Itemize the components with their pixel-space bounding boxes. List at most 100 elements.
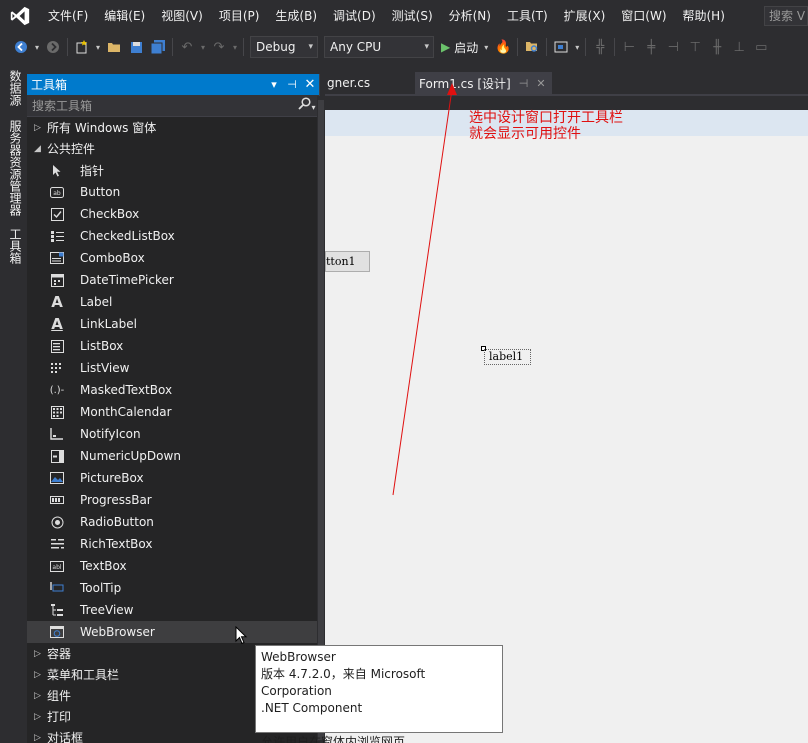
menu-item[interactable]: 生成(B) [267,0,325,32]
align-bottom-icon[interactable]: ⊥ [728,36,750,58]
toolbox-item[interactable]: NotifyIcon [27,423,319,445]
toolbox-search-placeholder: 搜索工具箱 [32,99,93,113]
toolbox-item[interactable]: A LinkLabel [27,313,319,335]
save-all-icon[interactable] [147,36,169,58]
listview-icon [49,360,65,376]
chevron-down-icon: ▾ [484,42,489,52]
menu-item[interactable]: 工具(T) [499,0,556,32]
notifyicon-icon [49,426,65,442]
toolbox-item[interactable]: ComboBox [27,247,319,269]
toolbox-item[interactable]: ToolTip [27,577,319,599]
pointer-icon [49,162,65,178]
close-icon[interactable]: ✕ [536,77,545,90]
redo-icon[interactable]: ↷ [208,36,230,58]
close-icon[interactable]: ✕ [301,77,319,92]
expand-arrow-icon: ▷ [34,648,41,659]
menu-item[interactable]: 视图(V) [153,0,211,32]
toolbox-item[interactable]: (.)- MaskedTextBox [27,379,319,401]
group-label: 菜单和工具栏 [47,668,120,682]
toolbar-separator [172,38,173,56]
platform-select[interactable]: Any CPU ▾ [324,36,434,58]
scrollbar-thumb[interactable] [318,100,324,740]
align-top-icon[interactable]: ⊤ [684,36,706,58]
side-tab-toolbox[interactable]: 工具箱 [4,228,24,264]
dropdown-arrow-icon[interactable]: ▾ [93,36,103,58]
toolbox-item[interactable]: DateTimePicker [27,269,319,291]
group-all-windows-forms[interactable]: ▷ 所有 Windows 窗体 [27,117,319,138]
toolbox-item[interactable]: abl TextBox [27,555,319,577]
form-label1[interactable]: label1 [484,349,531,365]
align-right-icon[interactable]: ⊣ [662,36,684,58]
mouse-cursor-icon [235,626,248,645]
align-grid-icon[interactable]: ╬ [589,36,611,58]
annotation-line-2: 就会显示可用控件 [469,126,581,142]
toolbox-item[interactable]: RichTextBox [27,533,319,555]
tab-label: gner.cs [327,76,371,90]
toolbox-item[interactable]: ListBox [27,335,319,357]
dropdown-arrow-icon[interactable]: ▾ [198,36,208,58]
toolbox-item[interactable]: WebBrowser [27,621,319,643]
toolbox-item[interactable]: NumericUpDown [27,445,319,467]
visual-studio-logo-icon[interactable] [0,0,40,32]
search-icon[interactable]: ▾ [295,97,319,114]
menu-item[interactable]: 扩展(X) [556,0,614,32]
pin-icon[interactable]: ⊣ [519,77,529,90]
toolbox-item[interactable]: PictureBox [27,467,319,489]
menu-item[interactable]: 文件(F) [40,0,96,32]
toolbox-item[interactable]: CheckBox [27,203,319,225]
toolbox-item-label: NumericUpDown [80,449,181,463]
toolbox-item-label: TreeView [80,603,134,617]
find-in-files-icon[interactable] [521,36,543,58]
toolbox-item[interactable]: A Label [27,291,319,313]
align-center-icon[interactable]: ╪ [640,36,662,58]
side-tab-server-explorer[interactable]: 服务器资源管理器 [4,120,24,216]
pin-icon[interactable]: ⊣ [283,78,301,91]
toolbox-item[interactable]: RadioButton [27,511,319,533]
expand-arrow-icon: ▷ [34,690,41,701]
group-label: 容器 [47,647,72,661]
browser-link-icon[interactable] [550,36,572,58]
save-icon[interactable] [125,36,147,58]
same-size-icon[interactable]: ▭ [750,36,772,58]
back-icon[interactable] [10,36,32,58]
toolbox-item-label: CheckedListBox [80,229,175,243]
menu-item[interactable]: 调试(D) [325,0,384,32]
align-middle-icon[interactable]: ╫ [706,36,728,58]
align-left-icon[interactable]: ⊢ [618,36,640,58]
window-position-icon[interactable]: ▾ [265,78,283,91]
tab-designer-cs[interactable]: gner.cs [323,72,374,94]
toolbox-item[interactable]: 指针 [27,159,319,181]
open-folder-icon[interactable] [103,36,125,58]
menu-item[interactable]: 项目(P) [211,0,268,32]
undo-icon[interactable]: ↶ [176,36,198,58]
side-tab-data-sources[interactable]: 数据源 [4,70,24,106]
dropdown-arrow-icon[interactable]: ▾ [32,36,42,58]
solution-config-select[interactable]: Debug ▾ [250,36,318,58]
linklabel-icon: A [51,315,63,333]
dropdown-arrow-icon[interactable]: ▾ [572,36,582,58]
menu-item[interactable]: 编辑(E) [96,0,153,32]
new-project-icon[interactable] [71,36,93,58]
toolbox-item[interactable]: TreeView [27,599,319,621]
start-button[interactable]: ▶ 启动 ▾ [437,39,492,56]
toolbox-item-label: LinkLabel [80,317,137,331]
toolbox-search-input[interactable]: 搜索工具箱 ▾ [27,95,319,117]
menu-item[interactable]: 窗口(W) [613,0,674,32]
toolbox-item[interactable]: ab Button [27,181,319,203]
collapse-arrow-icon: ◢ [34,143,41,154]
search-input[interactable]: 搜索 V [764,6,808,26]
form-button1[interactable]: tton1 [325,251,370,272]
vs-ide-window: 文件(F) 编辑(E) 视图(V) 项目(P) 生成(B) 调试(D) 测试(S) 分析(N)… [0,0,808,743]
menu-item[interactable]: 帮助(H) [675,0,733,32]
monthcalendar-icon [49,404,65,420]
group-common-controls[interactable]: ◢ 公共控件 [27,138,319,159]
toolbox-item[interactable]: ListView [27,357,319,379]
menu-item[interactable]: 分析(N) [441,0,499,32]
toolbox-item[interactable]: CheckedListBox [27,225,319,247]
hot-reload-icon[interactable]: 🔥 [492,36,514,58]
toolbox-item[interactable]: ProgressBar [27,489,319,511]
toolbox-item[interactable]: MonthCalendar [27,401,319,423]
dropdown-arrow-icon[interactable]: ▾ [230,36,240,58]
menu-item[interactable]: 测试(S) [384,0,441,32]
forward-icon[interactable] [42,36,64,58]
